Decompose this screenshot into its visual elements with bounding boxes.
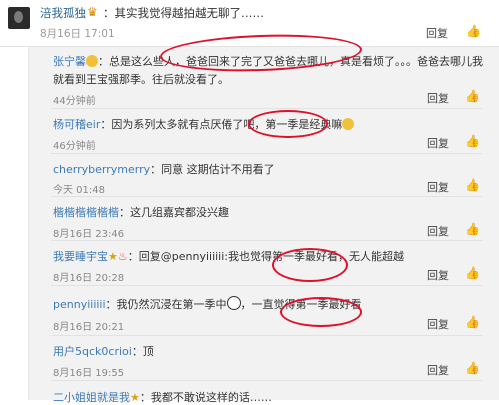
comment-time: 8月16日 20:28	[53, 273, 125, 284]
highlight-ellipse	[248, 110, 328, 138]
highlight-ellipse	[280, 297, 362, 327]
replies-list: 张宁馨 ：总是这么些人，爸爸回来了完了又爸爸去哪儿，真是看烦了。。。爸爸去哪儿我 …	[28, 47, 499, 404]
list-item: cherryberrymerry：同意 这期估计不用看了 今天 01:48 回复…	[29, 154, 499, 197]
comment-time: 8月16日 23:46	[53, 229, 125, 240]
thumbs-up-icon[interactable]: 👍	[465, 222, 480, 236]
reply-button[interactable]: 回复	[427, 316, 449, 332]
list-item: pennyiiiiii：我仍然沉浸在第一季中 ，一直觉得第一季最好看 8月16日 …	[29, 286, 499, 336]
thumbs-up-icon[interactable]: 👍	[465, 361, 480, 375]
comment-username[interactable]: 我要睡宇宝	[53, 250, 108, 263]
vip-star-icon: ★	[130, 391, 140, 404]
comment-username[interactable]: 用户5qck0crioi	[53, 345, 132, 358]
comment-text: ：顶	[131, 345, 154, 358]
comment-username[interactable]: pennyiiiiii	[53, 298, 106, 311]
comment-text: ：我都不敢说这样的话……	[139, 391, 272, 404]
comment-text: ：这几组嘉宾都没兴趣	[119, 206, 229, 219]
comment-username[interactable]: 涪我孤独	[40, 5, 86, 21]
reply-button[interactable]: 回复	[427, 90, 449, 106]
penguin-emoji-icon	[226, 296, 241, 310]
comment-username[interactable]: 杨可稽eir	[53, 118, 100, 131]
reply-button[interactable]: 回复	[427, 267, 449, 283]
reply-button[interactable]: 回复	[427, 223, 449, 239]
list-item: 我要睡宇宝★♨：回复@pennyiiiiii:我也觉得第一季最好看，无人能超越 …	[29, 241, 499, 286]
comment-username[interactable]: 楷楷楷楷楷楷	[53, 206, 119, 219]
comment-username[interactable]: 张宁馨	[53, 55, 86, 68]
thumbs-up-icon[interactable]: 👍	[465, 315, 480, 329]
reply-button[interactable]: 回复	[427, 135, 449, 151]
emoji-icon	[86, 55, 98, 67]
comment-text: ：同意 这期估计不用看了	[150, 163, 275, 176]
comment-time: 今天 01:48	[53, 185, 105, 196]
emoji-icon	[342, 118, 355, 130]
reply-button[interactable]: 回复	[427, 362, 449, 378]
fire-icon: ♨	[117, 250, 128, 263]
comment-time: 8月16日 20:21	[53, 322, 125, 333]
avatar[interactable]	[8, 7, 30, 29]
thumbs-up-icon[interactable]: 👍	[465, 266, 480, 280]
reply-button[interactable]: 回复	[426, 25, 448, 41]
comment-text: ：回复@pennyiiiiii:我也觉得第一季最好看，无人能超越	[127, 250, 404, 263]
list-item: 二小姐姐就是我★：我都不敢说这样的话……	[29, 381, 499, 404]
thumbs-up-icon[interactable]: 👍	[466, 24, 481, 38]
comment-username[interactable]: 二小姐姐就是我	[53, 391, 130, 404]
thumbs-up-icon[interactable]: 👍	[465, 134, 480, 148]
list-item: 楷楷楷楷楷楷：这几组嘉宾都没兴趣 8月16日 23:46 回复 👍	[29, 197, 499, 241]
reply-button[interactable]: 回复	[427, 179, 449, 195]
highlight-ellipse	[272, 248, 348, 282]
comment-text: ：其实我觉得越拍越无聊了……	[103, 6, 264, 20]
comment-time: 8月16日 17:01	[40, 28, 115, 40]
vip-badge-icon: ♛	[87, 5, 98, 19]
comment-text: ：我仍然沉浸在第一季中	[105, 298, 227, 311]
comment-username[interactable]: cherryberrymerry	[53, 163, 150, 176]
thumbs-up-icon[interactable]: 👍	[465, 178, 480, 192]
comment-time: 46分钟前	[53, 141, 96, 152]
comment-time: 44分钟前	[53, 96, 96, 107]
comment-text-continued: 就看到王宝强那季。往后就没看了。	[53, 73, 229, 86]
vip-star-icon: ★	[108, 250, 118, 263]
list-item: 用户5qck0crioi：顶 8月16日 19:55 回复 👍	[29, 336, 499, 381]
thumbs-up-icon[interactable]: 👍	[465, 89, 480, 103]
comment-time: 8月16日 19:55	[53, 368, 125, 379]
